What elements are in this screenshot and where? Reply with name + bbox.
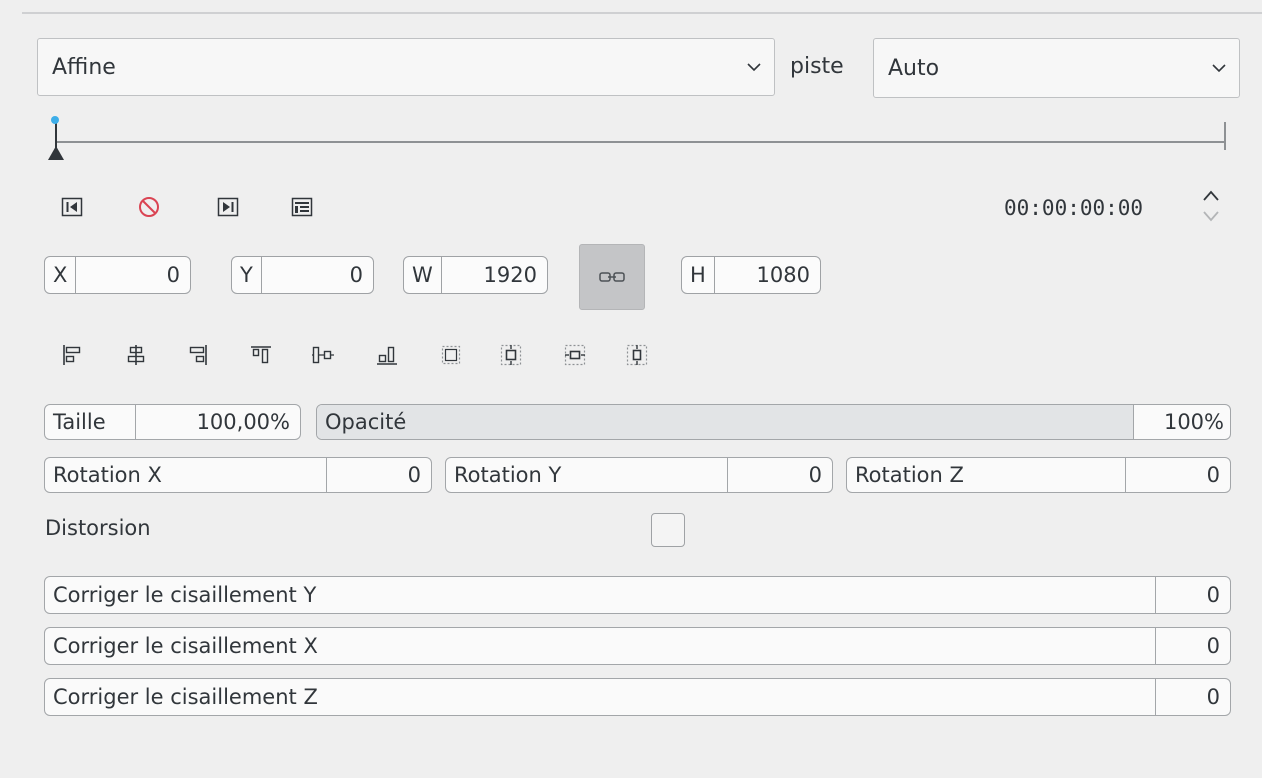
chevron-down-icon: [734, 62, 774, 72]
align-top-icon: [251, 346, 271, 364]
shear-z-value: 0: [1155, 679, 1230, 715]
x-label: X: [45, 257, 77, 293]
shear-z-label: Corriger le cisaillement Z: [53, 685, 318, 709]
timecode-spinner[interactable]: [1198, 186, 1224, 226]
track-select[interactable]: Auto: [873, 38, 1240, 98]
fit-width-icon: [500, 344, 522, 366]
align-left-icon: [63, 345, 81, 365]
align-vcenter-button[interactable]: [308, 340, 338, 370]
shear-y-label: Corriger le cisaillement Y: [53, 583, 317, 607]
align-bottom-icon: [377, 346, 397, 365]
h-value: 1080: [756, 263, 810, 287]
align-hcenter-icon: [127, 345, 145, 365]
chevron-down-icon: [1199, 63, 1239, 73]
opacity-slider[interactable]: Opacité 100%: [316, 404, 1231, 440]
size-label: Taille: [45, 405, 136, 439]
rotation-x-label: Rotation X: [53, 463, 162, 487]
y-label: Y: [232, 257, 262, 293]
fit-original-icon: [626, 344, 648, 366]
align-left-button[interactable]: [58, 340, 86, 370]
x-position-field[interactable]: X 0: [44, 256, 191, 294]
distortion-checkbox[interactable]: [651, 513, 685, 547]
delete-keyframe-button[interactable]: [134, 192, 164, 222]
top-divider: [22, 12, 1262, 14]
next-keyframe-button[interactable]: [214, 193, 242, 221]
timecode-display[interactable]: 00:00:00:00: [1004, 196, 1143, 220]
track-label: piste: [790, 54, 844, 79]
shear-x-slider[interactable]: Corriger le cisaillement X 0: [44, 627, 1231, 665]
effect-select[interactable]: Affine: [37, 38, 775, 96]
size-value: 100,00%: [196, 410, 290, 434]
rotation-z-slider[interactable]: Rotation Z 0: [846, 457, 1231, 493]
chevron-up-icon: [1203, 190, 1219, 201]
y-position-field[interactable]: Y 0: [231, 256, 374, 294]
shear-y-value: 0: [1155, 577, 1230, 613]
keyframe-list-icon: [291, 197, 313, 217]
fit-width-button[interactable]: [496, 340, 526, 370]
fit-original-button[interactable]: [622, 340, 652, 370]
align-right-icon: [189, 345, 207, 365]
shear-x-value: 0: [1155, 628, 1230, 664]
align-vcenter-icon: [312, 346, 334, 364]
fit-height-icon: [564, 344, 586, 366]
rotation-x-value: 0: [326, 458, 431, 492]
shear-y-slider[interactable]: Corriger le cisaillement Y 0: [44, 576, 1231, 614]
height-field[interactable]: H 1080: [681, 256, 821, 294]
w-label: W: [404, 257, 442, 293]
rotation-y-label: Rotation Y: [454, 463, 562, 487]
previous-keyframe-button[interactable]: [58, 193, 86, 221]
previous-keyframe-icon: [61, 197, 83, 217]
shear-x-label: Corriger le cisaillement X: [53, 634, 318, 658]
opacity-value: 100%: [1133, 405, 1230, 439]
align-right-button[interactable]: [184, 340, 212, 370]
distortion-label: Distorsion: [45, 516, 151, 540]
rotation-z-value: 0: [1125, 458, 1230, 492]
keyframe-timeline[interactable]: [56, 141, 1226, 143]
keyframe-list-button[interactable]: [288, 193, 316, 221]
fit-frame-icon: [441, 345, 461, 365]
shear-z-slider[interactable]: Corriger le cisaillement Z 0: [44, 678, 1231, 716]
effect-select-value: Affine: [52, 54, 116, 80]
align-hcenter-button[interactable]: [122, 340, 150, 370]
chevron-down-icon: [1203, 211, 1219, 222]
delete-keyframe-icon: [139, 197, 159, 217]
fit-height-button[interactable]: [560, 340, 590, 370]
playhead-handle[interactable]: [46, 114, 68, 162]
opacity-label: Opacité: [317, 405, 1133, 439]
fit-frame-button[interactable]: [436, 340, 466, 370]
rotation-y-value: 0: [727, 458, 832, 492]
size-field[interactable]: Taille 100,00%: [44, 404, 301, 440]
next-keyframe-icon: [217, 197, 239, 217]
align-bottom-button[interactable]: [372, 340, 402, 370]
h-label: H: [682, 257, 715, 293]
track-select-value: Auto: [888, 55, 940, 81]
y-value: 0: [349, 263, 363, 287]
align-top-button[interactable]: [246, 340, 276, 370]
w-value: 1920: [483, 263, 537, 287]
x-value: 0: [166, 263, 180, 287]
rotation-x-slider[interactable]: Rotation X 0: [44, 457, 432, 493]
lock-ratio-button[interactable]: [579, 244, 645, 310]
timeline-end-marker: [1224, 122, 1226, 150]
rotation-y-slider[interactable]: Rotation Y 0: [445, 457, 833, 493]
rotation-z-label: Rotation Z: [855, 463, 964, 487]
link-icon: [599, 272, 625, 282]
width-field[interactable]: W 1920: [403, 256, 548, 294]
